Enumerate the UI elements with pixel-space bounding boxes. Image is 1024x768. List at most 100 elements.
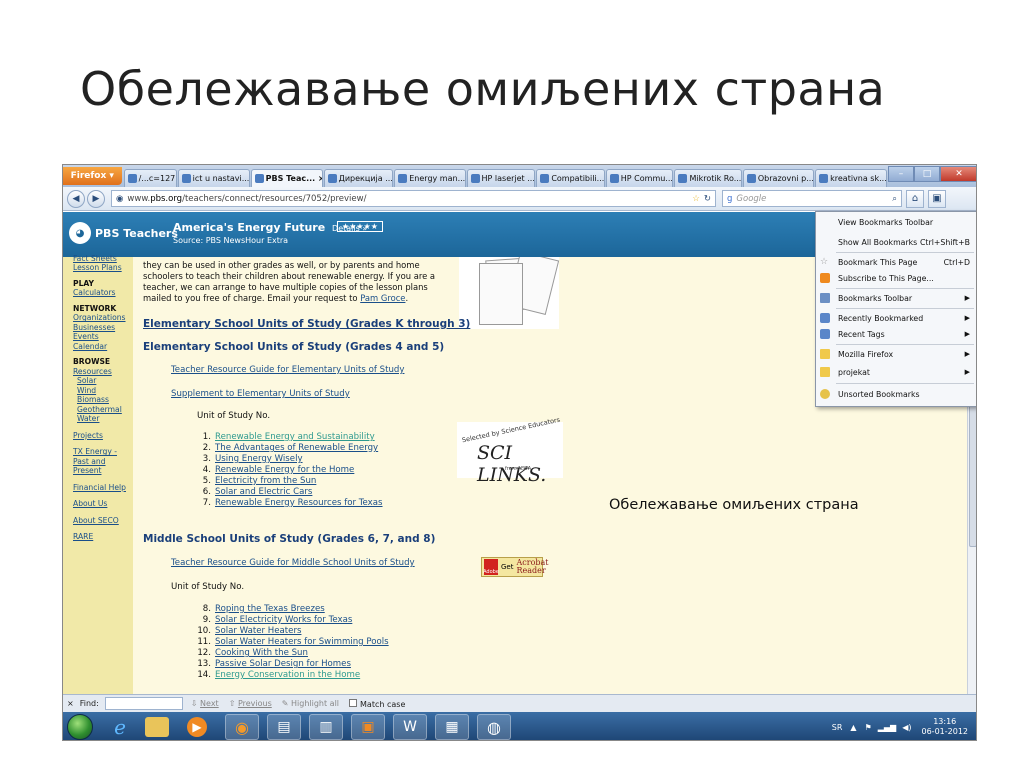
minimize-icon[interactable]: – xyxy=(888,166,914,182)
sidebar-link-wind[interactable]: Wind xyxy=(73,386,133,395)
tab-2[interactable]: ict u nastavi... xyxy=(177,169,250,187)
url-bar[interactable]: ◉ www. pbs.org/teachers/connect/resources… xyxy=(111,190,716,207)
sidebar-link-tx-energy[interactable]: TX Energy - Past and Present xyxy=(73,447,123,475)
find-previous-button[interactable]: ⇧ Previous xyxy=(229,699,272,708)
unit-link[interactable]: Cooking With the Sun xyxy=(215,648,308,659)
unit-link[interactable]: Using Energy Wisely xyxy=(215,454,303,465)
sidebar-link-calculators[interactable]: Calculators xyxy=(73,288,133,297)
tray-expand-icon[interactable]: ▲ xyxy=(850,723,856,732)
sidebar-link-resources[interactable]: Resources xyxy=(73,367,133,376)
search-icon[interactable]: ⌕ xyxy=(892,194,897,204)
unit-link[interactable]: Solar Water Heaters for Swimming Pools xyxy=(215,637,389,648)
lesson-plan-thumbnail[interactable] xyxy=(459,257,560,329)
restore-icon[interactable]: □ xyxy=(914,166,940,182)
menu-item-view-bookmarks-toolbar[interactable]: View Bookmarks Toolbar xyxy=(816,214,976,230)
start-button-icon[interactable] xyxy=(67,714,93,740)
tab-1[interactable]: /...c=127 xyxy=(123,169,177,187)
menu-item-recent-tags[interactable]: Recent Tags ▶ xyxy=(816,326,976,342)
word-icon[interactable]: W xyxy=(393,714,427,740)
reload-icon[interactable]: ↻ xyxy=(704,194,711,204)
menu-item-subscribe[interactable]: Subscribe to This Page... xyxy=(816,270,976,286)
unit-link[interactable]: Electricity from the Sun xyxy=(215,476,316,487)
tab-7[interactable]: Compatibili... xyxy=(536,169,605,187)
sidebar-link-rare[interactable]: RARE xyxy=(73,532,133,541)
tab-9[interactable]: Mikrotik Ro... xyxy=(674,169,742,187)
unit-link[interactable]: Energy Conservation in the Home xyxy=(215,670,360,681)
star-icon[interactable]: ☆ xyxy=(692,194,700,204)
unit-link[interactable]: The Advantages of Renewable Energy xyxy=(215,443,378,454)
pam-groce-link[interactable]: Pam Groce xyxy=(360,293,405,303)
unit-link[interactable]: Renewable Energy and Sustainability xyxy=(215,432,375,443)
sidebar-link-organizations[interactable]: Organizations xyxy=(73,313,133,322)
close-icon[interactable]: ✕ xyxy=(940,166,976,182)
menu-item-recently-bookmarked[interactable]: Recently Bookmarked ▶ xyxy=(816,310,976,326)
sidebar-link-financial-help[interactable]: Financial Help xyxy=(73,483,133,492)
unit-link[interactable]: Solar Water Heaters xyxy=(215,626,301,637)
sidebar-link-businesses[interactable]: Businesses xyxy=(73,323,133,332)
sidebar-link-geothermal[interactable]: Geothermal xyxy=(73,405,133,414)
close-find-icon[interactable]: × xyxy=(67,699,74,708)
save-disk-icon[interactable]: ▤ xyxy=(267,714,301,740)
picture-viewer-icon[interactable]: ▦ xyxy=(435,714,469,740)
unit-link[interactable]: Solar and Electric Cars xyxy=(215,487,312,498)
teacher-guide-elementary-link[interactable]: Teacher Resource Guide for Elementary Un… xyxy=(171,365,404,375)
tab-pbs-active[interactable]: PBS Teac... × xyxy=(250,169,323,187)
scilinks-badge[interactable]: Selected by Science Educators SCI LINKS.… xyxy=(457,416,563,486)
pbs-logo[interactable]: ◕ PBS Teachers xyxy=(69,222,178,244)
sidebar-link-water[interactable]: Water xyxy=(73,414,133,423)
unit-link[interactable]: Roping the Texas Breezes xyxy=(215,604,325,615)
tab-10[interactable]: Obrazovni p... xyxy=(742,169,815,187)
unit-link[interactable]: Renewable Energy for the Home xyxy=(215,465,354,476)
chrome-icon[interactable]: ◍ xyxy=(477,714,511,740)
volume-icon[interactable]: ◀) xyxy=(902,723,911,732)
sidebar-link-fact-sheets[interactable]: Fact Sheets xyxy=(73,254,133,263)
firefox-menu-button[interactable]: Firefox ▾ xyxy=(63,167,122,185)
flag-icon[interactable]: ⚑ xyxy=(865,723,872,732)
menu-item-bookmarks-toolbar[interactable]: Bookmarks Toolbar ▶ xyxy=(816,290,976,306)
clock[interactable]: 13:16 06-01-2012 xyxy=(922,717,969,736)
sidebar-link-biomass[interactable]: Biomass xyxy=(73,395,133,404)
sidebar-link-lesson-plans[interactable]: Lesson Plans xyxy=(73,263,133,272)
teacher-guide-middle-link[interactable]: Teacher Resource Guide for Middle School… xyxy=(171,558,415,568)
back-icon[interactable]: ◀ xyxy=(67,189,85,208)
menu-item-unsorted-bookmarks[interactable]: Unsorted Bookmarks xyxy=(816,386,976,402)
sidebar-link-about-us[interactable]: About Us xyxy=(73,499,133,508)
unit-link[interactable]: Solar Electricity Works for Texas xyxy=(215,615,352,626)
site-identity-icon[interactable]: ◉ xyxy=(116,194,123,204)
menu-item-projekat[interactable]: projekat ▶ xyxy=(816,364,976,380)
home-icon[interactable]: ⌂ xyxy=(906,189,924,208)
unit-link[interactable]: Renewable Energy Resources for Texas xyxy=(215,498,383,509)
match-case-checkbox[interactable]: Match case xyxy=(349,698,405,709)
menu-item-mozilla-firefox[interactable]: Mozilla Firefox ▶ xyxy=(816,346,976,362)
sidebar-link-solar[interactable]: Solar xyxy=(73,376,133,385)
media-player-icon[interactable]: ▶ xyxy=(187,717,207,737)
tab-6[interactable]: HP laserjet ... xyxy=(466,169,536,187)
sidebar-link-calendar[interactable]: Calendar xyxy=(73,342,133,351)
powerpoint-icon[interactable]: ▣ xyxy=(351,714,385,740)
get-acrobat-reader-badge[interactable]: Adobe Get Acrobat Reader xyxy=(481,557,549,577)
search-input[interactable]: g Google ⌕ xyxy=(722,190,902,207)
tab-11[interactable]: kreativna sk... xyxy=(815,169,887,187)
highlight-all-button[interactable]: ✎ Highlight all xyxy=(282,699,339,708)
tab-5[interactable]: Energy man... xyxy=(394,169,466,187)
menu-item-show-all-bookmarks[interactable]: Show All Bookmarks Ctrl+Shift+B xyxy=(816,234,976,250)
menu-item-bookmark-this-page[interactable]: ☆ Bookmark This Page Ctrl+D xyxy=(816,254,976,270)
file-explorer-icon[interactable] xyxy=(145,717,169,737)
heading-elementary-k3[interactable]: Elementary School Units of Study (Grades… xyxy=(143,318,470,330)
sidebar-link-about-seco[interactable]: About SECO xyxy=(73,516,133,525)
publisher-icon[interactable]: ▥ xyxy=(309,714,343,740)
internet-explorer-icon[interactable]: e xyxy=(103,714,137,740)
find-next-button[interactable]: ⇩ Next xyxy=(191,699,219,708)
bookmarks-icon[interactable]: ▣ xyxy=(928,189,946,208)
forward-icon[interactable]: ▶ xyxy=(87,189,105,208)
unit-link[interactable]: Passive Solar Design for Homes xyxy=(215,659,351,670)
find-input[interactable] xyxy=(104,697,183,710)
tab-4[interactable]: Дирекција ... xyxy=(323,169,394,187)
supplement-elementary-link[interactable]: Supplement to Elementary Units of Study xyxy=(171,389,350,399)
firefox-taskbar-icon[interactable]: ◉ xyxy=(225,714,259,740)
network-icon[interactable]: ▂▄▆ xyxy=(878,723,896,732)
sidebar-link-events[interactable]: Events xyxy=(73,332,133,341)
rating-stars[interactable]: ★★★★★ xyxy=(337,221,383,232)
sidebar-link-projects[interactable]: Projects xyxy=(73,431,133,440)
language-indicator[interactable]: SR xyxy=(832,723,843,732)
